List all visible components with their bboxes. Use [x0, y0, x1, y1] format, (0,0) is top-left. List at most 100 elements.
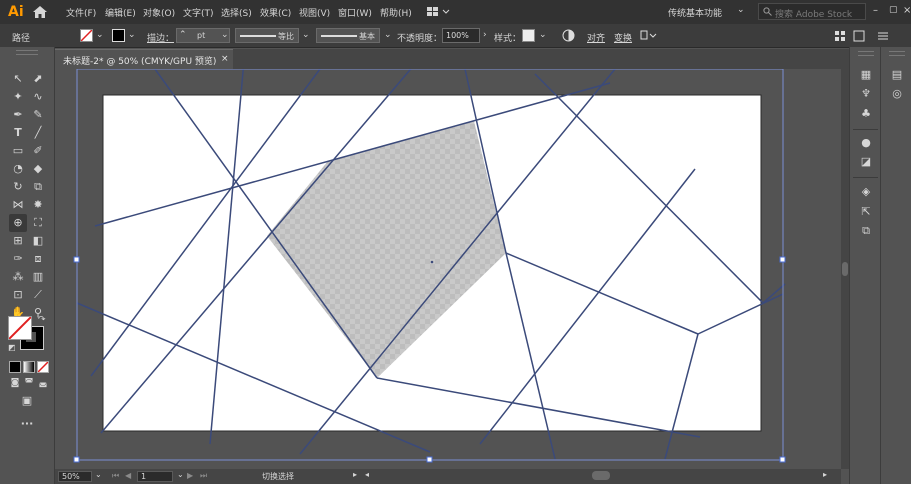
magic-wand-tool-icon[interactable]: ✦	[11, 90, 25, 104]
symbol-sprayer-tool-icon[interactable]: ⁂	[11, 270, 25, 284]
chevron-down-icon[interactable]: ⌄	[302, 30, 310, 40]
artboard-tool-icon[interactable]: ⊡	[11, 288, 25, 302]
stroke-weight-field[interactable]: ⌃ pt ⌄	[176, 28, 230, 43]
gradient-mode-icon[interactable]	[23, 361, 35, 373]
arrange-documents-icon[interactable]	[427, 6, 451, 18]
stroke-dropdown-icon[interactable]: ⌄	[128, 30, 136, 40]
artwork[interactable]	[55, 69, 841, 469]
creative-cloud-libraries-icon[interactable]: ◎	[890, 87, 904, 101]
isolate-object-icon[interactable]	[640, 30, 660, 42]
menu-file[interactable]: 文件(F)	[66, 6, 96, 19]
curvature-tool-icon[interactable]: ✎	[31, 108, 45, 122]
eraser-tool-icon[interactable]: ◆	[31, 162, 45, 176]
menu-select[interactable]: 选择(S)	[221, 6, 252, 19]
screen-mode-icon[interactable]: ▣	[20, 394, 34, 408]
panel-layout-icon[interactable]	[834, 30, 846, 42]
canvas[interactable]	[55, 69, 841, 469]
opacity-field[interactable]: 100%	[442, 28, 480, 43]
default-colors-icon[interactable]: ◩	[8, 343, 16, 352]
fill-color-box[interactable]	[8, 316, 32, 340]
slice-tool-icon[interactable]: ⟋	[31, 288, 45, 302]
type-tool-icon[interactable]: T	[11, 126, 25, 140]
menu-window[interactable]: 窗口(W)	[338, 6, 372, 19]
menu-edit[interactable]: 编辑(E)	[105, 6, 136, 19]
stroke-swatch[interactable]	[112, 29, 125, 42]
eyedropper-tool-icon[interactable]: ✑	[11, 252, 25, 266]
panel-grip[interactable]	[858, 51, 874, 56]
chevron-down-icon[interactable]: ⌄	[539, 30, 547, 40]
stroke-label[interactable]: 描边：	[147, 31, 174, 44]
chevron-down-icon[interactable]: ⌄	[737, 5, 745, 15]
workspace-switcher[interactable]: 传统基本功能	[668, 6, 722, 19]
direct-selection-tool-icon[interactable]: ⬈	[31, 72, 45, 86]
maximize-icon[interactable]: ▢	[889, 5, 899, 17]
minimize-icon[interactable]: –	[873, 5, 883, 17]
lasso-tool-icon[interactable]: ∿	[31, 90, 45, 104]
chevron-down-icon[interactable]: ⌄	[95, 470, 102, 479]
symbols-icon[interactable]: ♣	[859, 107, 873, 121]
stepper-icon[interactable]: ⌃	[179, 30, 187, 40]
draw-inside-icon[interactable]: ◛	[36, 376, 50, 390]
rotate-tool-icon[interactable]: ↻	[11, 180, 25, 194]
menu-view[interactable]: 视图(V)	[299, 6, 330, 19]
close-icon[interactable]: ×	[903, 5, 911, 17]
scale-tool-icon[interactable]: ⧉	[31, 180, 45, 194]
close-tab-icon[interactable]: ×	[221, 54, 229, 64]
draw-behind-icon[interactable]: ◚	[22, 376, 36, 390]
chevron-down-icon[interactable]: ⌄	[384, 30, 392, 40]
live-paint-bucket-icon[interactable]: ⛶	[31, 216, 45, 230]
vertical-scroll-thumb[interactable]	[842, 262, 848, 276]
export-icon[interactable]: ⇱	[859, 205, 873, 219]
transform-link[interactable]: 变换	[614, 31, 632, 44]
none-mode-icon[interactable]	[37, 361, 49, 373]
search-input[interactable]: 搜索 Adobe Stock	[758, 3, 866, 20]
selection-tool-icon[interactable]: ↖	[11, 72, 25, 86]
edit-toolbar-icon[interactable]: ···	[20, 417, 34, 431]
chevron-right-icon[interactable]: ›	[483, 30, 487, 40]
menu-object[interactable]: 对象(O)	[143, 6, 175, 19]
line-segment-tool-icon[interactable]: ╱	[31, 126, 45, 140]
layers-icon[interactable]: ◈	[859, 185, 873, 199]
puppet-warp-tool-icon[interactable]: ✸	[31, 198, 45, 212]
previous-artboard-icon[interactable]: ◀	[125, 471, 131, 480]
menu-help[interactable]: 帮助(H)	[380, 6, 412, 19]
chevron-left-icon[interactable]: ◂	[365, 470, 369, 479]
fill-dropdown-icon[interactable]: ⌄	[96, 30, 104, 40]
variable-width-profile[interactable]: 等比	[235, 28, 299, 43]
pen-tool-icon[interactable]: ✒	[11, 108, 25, 122]
color-mode-icon[interactable]	[9, 361, 21, 373]
scroll-right-icon[interactable]: ▸	[823, 470, 827, 479]
panel-grip[interactable]	[16, 50, 38, 55]
blend-tool-icon[interactable]: ⧈	[31, 252, 45, 266]
last-artboard-icon[interactable]: ⏭	[200, 471, 207, 481]
horizontal-scroll-thumb[interactable]	[592, 471, 610, 480]
align-link[interactable]: 对齐	[587, 31, 605, 44]
paintbrush-tool-icon[interactable]: ✐	[31, 144, 45, 158]
fill-swatch[interactable]	[80, 29, 93, 42]
shape-builder-tool-icon[interactable]: ⊕	[11, 216, 25, 230]
home-icon[interactable]	[32, 5, 48, 19]
transparency-icon[interactable]: ◪	[859, 155, 873, 169]
brush-definition[interactable]: 基本	[316, 28, 380, 43]
brushes-icon[interactable]: ♆	[859, 87, 873, 101]
draw-normal-icon[interactable]: ◙	[8, 376, 22, 390]
panel-grip[interactable]	[889, 51, 905, 56]
recolor-artwork-icon[interactable]	[562, 29, 575, 42]
menu-type[interactable]: 文字(T)	[183, 6, 214, 19]
stroke-panel-icon[interactable]: ●	[859, 136, 873, 150]
chevron-right-icon[interactable]: ▸	[353, 470, 357, 479]
chevron-down-icon[interactable]: ⌄	[221, 30, 229, 40]
column-graph-tool-icon[interactable]: ▥	[31, 270, 45, 284]
document-tab[interactable]: 未标题-2* @ 50% (CMYK/GPU 预览) ×	[55, 49, 233, 69]
artboard-number-field[interactable]: 1	[137, 471, 173, 482]
rectangle-tool-icon[interactable]: ▭	[11, 144, 25, 158]
control-panel-menu-icon[interactable]	[876, 30, 890, 42]
properties-icon[interactable]: ▤	[890, 68, 904, 82]
artboards-icon[interactable]: ⧉	[859, 224, 873, 238]
menu-effect[interactable]: 效果(C)	[260, 6, 291, 19]
width-tool-icon[interactable]: ⋈	[11, 198, 25, 212]
chevron-down-icon[interactable]: ⌄	[177, 470, 184, 479]
document-setup-icon[interactable]	[853, 30, 865, 42]
perspective-grid-tool-icon[interactable]: ⊞	[11, 234, 25, 248]
zoom-field[interactable]: 50%	[58, 471, 92, 482]
